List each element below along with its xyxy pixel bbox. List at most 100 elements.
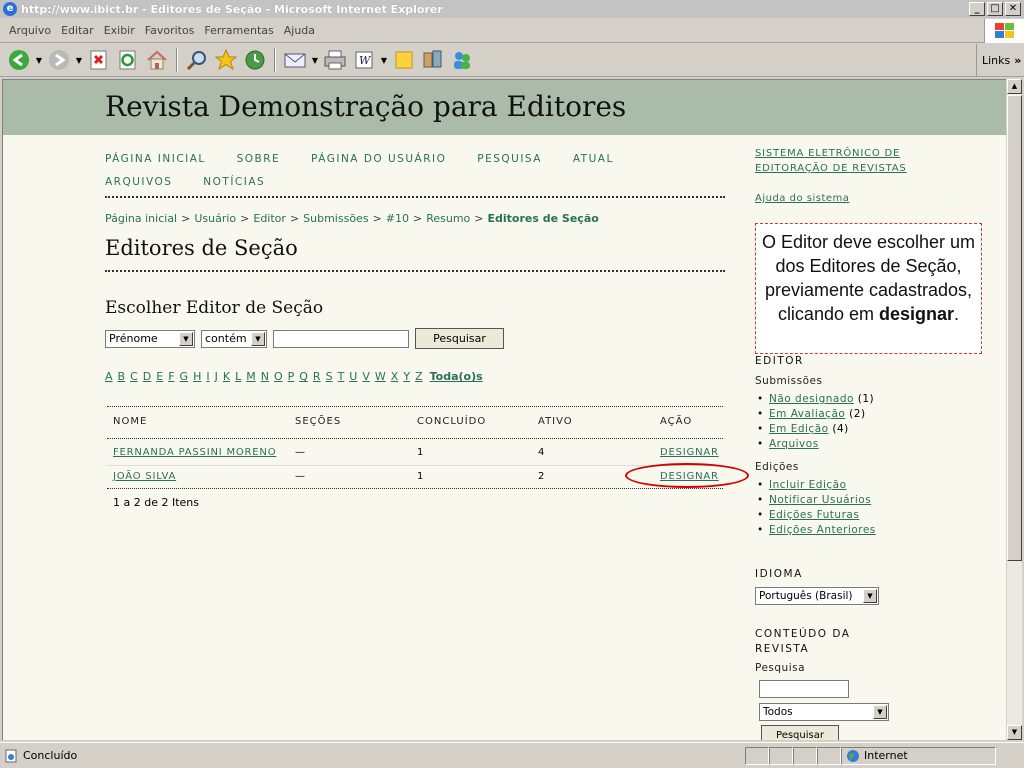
breadcrumb-home[interactable]: Página inicial xyxy=(105,212,177,225)
unassigned-link[interactable]: Não designado xyxy=(769,393,854,405)
menu-ferramentas[interactable]: Ferramentas xyxy=(199,24,278,37)
scroll-up-icon[interactable]: ▲ xyxy=(1007,79,1022,94)
letter-n[interactable]: N xyxy=(261,370,269,383)
letter-s[interactable]: S xyxy=(326,370,333,383)
research-icon[interactable] xyxy=(420,47,446,73)
nav-current[interactable]: ATUAL xyxy=(573,153,614,165)
letter-j[interactable]: J xyxy=(215,370,218,383)
forward-icon[interactable] xyxy=(46,47,72,73)
scroll-thumb[interactable] xyxy=(1007,95,1022,561)
menu-exibir[interactable]: Exibir xyxy=(99,24,140,37)
menu-editar[interactable]: Editar xyxy=(56,24,99,37)
home-icon[interactable] xyxy=(144,47,170,73)
breadcrumb-article[interactable]: #10 xyxy=(386,212,409,225)
search-field-select[interactable]: Prénome ▼ xyxy=(105,329,195,348)
letter-w[interactable]: W xyxy=(375,370,386,383)
back-issues-link[interactable]: Edições Anteriores xyxy=(769,524,876,536)
editor-name-link[interactable]: FERNANDA PASSINI MORENO xyxy=(113,447,276,458)
letter-b[interactable]: B xyxy=(118,370,126,383)
letter-e[interactable]: E xyxy=(156,370,163,383)
back-dropdown-icon[interactable]: ▼ xyxy=(35,47,43,73)
nav-archives[interactable]: ARQUIVOS xyxy=(105,176,172,188)
links-bar[interactable]: Links» xyxy=(976,44,1024,77)
future-issues-link[interactable]: Edições Futuras xyxy=(769,509,859,521)
menu-ajuda[interactable]: Ajuda xyxy=(279,24,320,37)
letter-u[interactable]: U xyxy=(349,370,357,383)
forward-dropdown-icon[interactable]: ▼ xyxy=(75,47,83,73)
breadcrumb-editor[interactable]: Editor xyxy=(253,212,286,225)
close-button[interactable]: ✕ xyxy=(1005,2,1021,16)
letter-q[interactable]: Q xyxy=(299,370,308,383)
breadcrumb-summary[interactable]: Resumo xyxy=(426,212,470,225)
sidebar-search-button[interactable]: Pesquisar xyxy=(761,725,839,740)
letter-x[interactable]: X xyxy=(391,370,399,383)
back-icon[interactable] xyxy=(6,47,32,73)
word-edit-icon[interactable]: W xyxy=(351,47,377,73)
letter-a[interactable]: A xyxy=(105,370,113,383)
messenger-icon[interactable] xyxy=(449,47,475,73)
search-button[interactable]: Pesquisar xyxy=(415,328,504,349)
letter-o[interactable]: O xyxy=(274,370,283,383)
language-select[interactable]: Português (Brasil) ▼ xyxy=(755,587,879,605)
highlight-ellipse xyxy=(625,463,749,488)
system-help-link[interactable]: Ajuda do sistema xyxy=(755,191,849,206)
maximize-button[interactable]: □ xyxy=(987,2,1003,16)
letter-c[interactable]: C xyxy=(130,370,138,383)
history-icon[interactable] xyxy=(242,47,268,73)
sidebar-search-input[interactable] xyxy=(759,680,849,698)
letter-h[interactable]: H xyxy=(193,370,201,383)
in-review-link[interactable]: Em Avaliação xyxy=(769,408,845,420)
letter-all[interactable]: Toda(o)s xyxy=(430,370,483,383)
letter-m[interactable]: M xyxy=(246,370,256,383)
favorites-icon[interactable] xyxy=(213,47,239,73)
letter-f[interactable]: F xyxy=(168,370,174,383)
refresh-icon[interactable] xyxy=(115,47,141,73)
search-icon[interactable] xyxy=(184,47,210,73)
svg-text:W: W xyxy=(359,54,372,67)
in-editing-link[interactable]: Em Edição xyxy=(769,423,829,435)
sidebar-item-back-issues: Edições Anteriores xyxy=(757,524,876,536)
breadcrumb-current[interactable]: Editores de Seção xyxy=(488,212,599,225)
notes-icon[interactable] xyxy=(391,47,417,73)
letter-t[interactable]: T xyxy=(338,370,345,383)
minimize-button[interactable]: _ xyxy=(969,2,985,16)
archives-link[interactable]: Arquivos xyxy=(769,438,819,450)
letter-i[interactable]: I xyxy=(206,370,209,383)
letter-r[interactable]: R xyxy=(313,370,321,383)
menu-arquivo[interactable]: Arquivo xyxy=(4,24,56,37)
ojs-system-link[interactable]: SISTEMA ELETRÔNICO DE EDITORAÇÃO DE REVI… xyxy=(755,146,925,176)
nav-search[interactable]: PESQUISA xyxy=(477,153,542,165)
letter-k[interactable]: K xyxy=(223,370,230,383)
stop-icon[interactable] xyxy=(86,47,112,73)
create-issue-link[interactable]: Incluir Edição xyxy=(769,479,847,491)
vertical-scrollbar[interactable]: ▲ ▼ xyxy=(1007,79,1022,740)
letter-z[interactable]: Z xyxy=(415,370,423,383)
letter-p[interactable]: P xyxy=(288,370,295,383)
letter-v[interactable]: V xyxy=(362,370,370,383)
breadcrumb-user[interactable]: Usuário xyxy=(194,212,236,225)
letter-d[interactable]: D xyxy=(143,370,151,383)
notify-users-link[interactable]: Notificar Usuários xyxy=(769,494,871,506)
search-input[interactable] xyxy=(273,329,409,348)
chevron-down-icon: ▼ xyxy=(251,331,265,346)
search-scope-select[interactable]: Todos ▼ xyxy=(759,703,889,721)
scroll-down-icon[interactable]: ▼ xyxy=(1007,725,1022,740)
letter-y[interactable]: Y xyxy=(403,370,410,383)
nav-home[interactable]: PÁGINA INICIAL xyxy=(105,153,206,165)
print-icon[interactable] xyxy=(322,47,348,73)
page-viewport: Revista Demonstração para Editores PÁGIN… xyxy=(2,79,1006,740)
menu-favoritos[interactable]: Favoritos xyxy=(140,24,200,37)
nav-user-home[interactable]: PÁGINA DO USUÁRIO xyxy=(311,153,446,165)
nav-about[interactable]: SOBRE xyxy=(237,153,281,165)
breadcrumb-submissions[interactable]: Submissões xyxy=(303,212,368,225)
edit-dropdown-icon[interactable]: ▼ xyxy=(380,47,388,73)
letter-g[interactable]: G xyxy=(180,370,189,383)
editor-name-link[interactable]: JOÃO SILVA xyxy=(113,471,176,482)
search-match-select[interactable]: contém ▼ xyxy=(201,329,267,348)
status-bar: Concluído Internet xyxy=(0,742,1024,768)
mail-icon[interactable] xyxy=(282,47,308,73)
assign-link[interactable]: DESIGNAR xyxy=(660,447,719,458)
mail-dropdown-icon[interactable]: ▼ xyxy=(311,47,319,73)
letter-l[interactable]: L xyxy=(235,370,241,383)
nav-news[interactable]: NOTÍCIAS xyxy=(203,176,265,188)
